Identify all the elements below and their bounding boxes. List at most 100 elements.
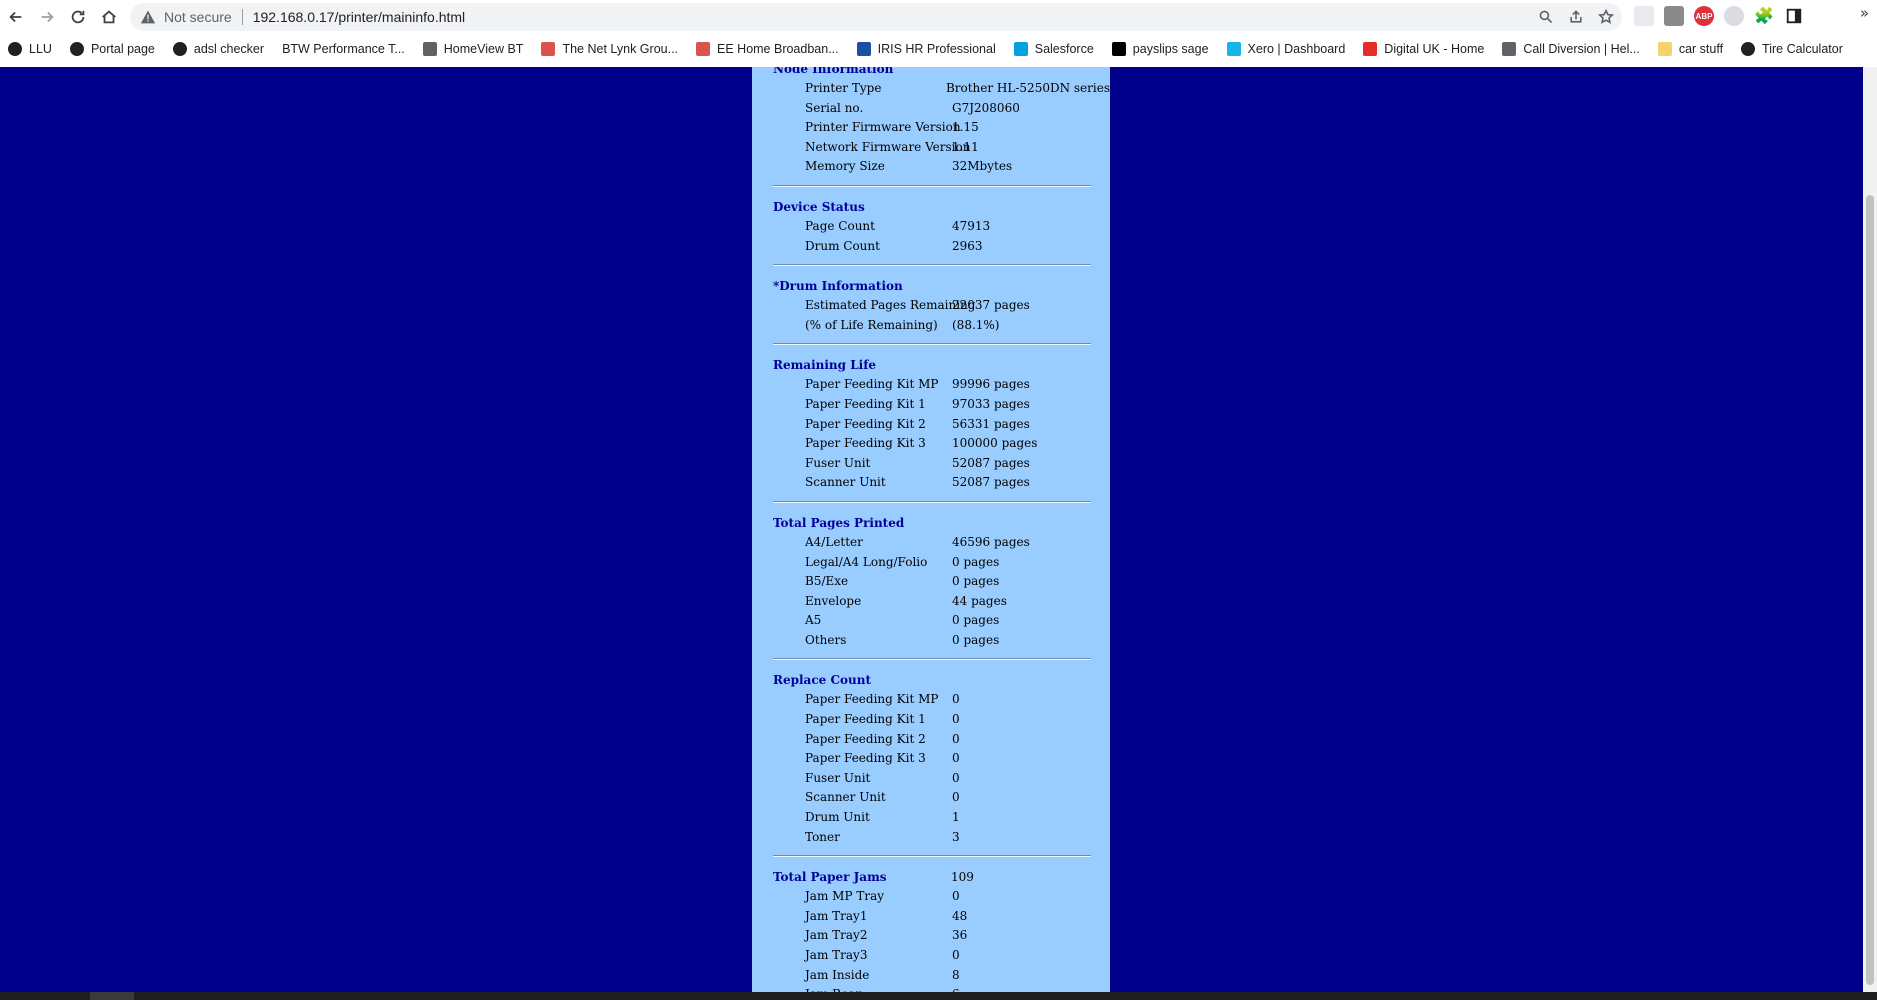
stack-icon (696, 42, 711, 56)
page-scrollbar[interactable] (1863, 67, 1877, 992)
total-jams-value: 109 (951, 870, 974, 885)
side-panel-icon[interactable] (1784, 6, 1804, 26)
bookmark-item[interactable]: BTW Performance T... (282, 37, 405, 61)
page-icon (1502, 42, 1517, 56)
adblock-icon[interactable]: ABP (1694, 6, 1714, 26)
back-button[interactable] (1, 2, 31, 32)
globe-icon (8, 42, 22, 56)
zoom-icon[interactable] (1536, 7, 1556, 27)
extension-doc-icon[interactable] (1634, 6, 1654, 26)
extensions-area: ABP 🧩 (1634, 6, 1804, 26)
section-title: Total Pages Printed (773, 515, 905, 530)
row-label: Jam Tray2 (805, 928, 868, 943)
row-value: 44 pages (952, 593, 1007, 608)
row-value: 52087 pages (952, 475, 1030, 490)
bookmark-item[interactable]: Portal page (69, 37, 155, 61)
row-value: 97033 pages (952, 396, 1030, 411)
globe-icon (1741, 42, 1756, 56)
row-value: (88.1%) (952, 317, 1000, 332)
row-label: Jam Tray3 (805, 948, 868, 962)
bookmark-star-icon[interactable] (1596, 7, 1616, 27)
info-row: Jam Rear6 (773, 985, 1110, 992)
taskbar (0, 992, 1877, 1000)
arrow-right-icon (41, 11, 54, 23)
bookmark-item[interactable]: payslips sage (1111, 37, 1209, 61)
bookmark-item[interactable]: Tire Calculator (1741, 37, 1843, 61)
bookmark-label: EE Home Broadban... (717, 42, 839, 56)
replace-count-section: Replace Count Paper Feeding Kit MP 0 Paper… (752, 670, 1110, 847)
divider (773, 184, 1091, 187)
bookmark-label: Call Diversion | Hel... (1523, 42, 1640, 56)
row-label: Printer Type (805, 81, 882, 95)
info-row: Jam Tray2 36 (773, 926, 1110, 946)
bookmark-item[interactable]: EE Home Broadban... (696, 37, 839, 61)
site-security-indicator[interactable]: Not secure (140, 9, 232, 25)
row-value: 100000 pages (952, 436, 1038, 451)
bookmark-label: adsl checker (193, 42, 265, 56)
bookmark-item[interactable]: car stuff (1657, 37, 1723, 61)
bookmark-item[interactable]: HomeView BT (422, 37, 523, 61)
reload-icon (71, 10, 85, 24)
info-row: Serial no. G7J208060 (773, 99, 1110, 119)
bookmark-item[interactable]: Salesforce (1013, 37, 1094, 61)
address-bar[interactable]: Not secure 192.168.0.17/printer/maininfo… (130, 3, 1622, 31)
info-row: Paper Feeding Kit 3 100000 pages (773, 434, 1110, 454)
share-icon[interactable] (1566, 7, 1586, 27)
extension-gray-icon[interactable] (1664, 6, 1684, 26)
taskbar-active-item[interactable] (90, 992, 134, 1000)
divider (773, 500, 1091, 503)
bookmark-item[interactable]: adsl checker (172, 37, 265, 61)
bookmark-item[interactable]: Call Diversion | Hel... (1502, 37, 1640, 61)
section-title: Total Paper Jams (773, 870, 887, 885)
info-row: Paper Feeding Kit 1 0 (773, 710, 1110, 730)
extensions-puzzle-icon[interactable]: 🧩 (1754, 6, 1774, 26)
replace-count-rows: Paper Feeding Kit MP 0 Paper Feeding Kit 1… (773, 690, 1110, 847)
row-value: 0 pages (952, 613, 1000, 628)
info-row: Paper Feeding Kit 2 56331 pages (773, 415, 1110, 435)
bookmark-item[interactable]: The Net Lynk Grou... (541, 37, 678, 61)
extension-circle-icon[interactable] (1724, 6, 1744, 26)
info-row: Fuser Unit 0 (773, 769, 1110, 789)
bookmark-item[interactable]: IRIS HR Professional (856, 37, 996, 61)
device-status-rows: Page Count 47913 Drum Count 2963 (773, 217, 1110, 256)
paper-jams-rows: Jam MP Tray 0 Jam Tray1 48 Jam Tray2 36 Jam Tr… (773, 887, 1110, 992)
divider (773, 264, 1091, 267)
row-value: 0 (952, 948, 960, 962)
row-value: 1.11 (952, 139, 979, 154)
row-label: Printer Firmware Version (805, 120, 961, 135)
info-row: Jam Tray1 48 (773, 907, 1110, 927)
flag-icon (1363, 42, 1378, 56)
info-row: Memory Size 32Mbytes (773, 157, 1110, 177)
home-button[interactable] (94, 2, 124, 32)
reload-button[interactable] (63, 2, 93, 32)
bookmarks-overflow-icon[interactable]: » (1860, 4, 1869, 22)
bookmark-label: Tire Calculator (1762, 42, 1843, 56)
bookmark-item[interactable]: LLU (8, 37, 52, 61)
divider (773, 855, 1091, 858)
row-value: Brother HL-5250DN series (945, 81, 1110, 95)
row-value: 1 (952, 810, 960, 825)
info-row: Paper Feeding Kit MP 99996 pages (773, 375, 1110, 395)
row-value: 0 (952, 770, 960, 785)
row-label: Drum Count (805, 238, 880, 253)
browser-chrome: Not secure 192.168.0.17/printer/maininfo… (0, 0, 1877, 67)
bookmark-item[interactable]: Xero | Dashboard (1226, 37, 1345, 61)
info-row: A5 0 pages (773, 611, 1110, 631)
row-value: 0 (952, 790, 960, 805)
info-row: Printer Firmware Version 1.15 (773, 118, 1110, 138)
row-label: Network Firmware Version (805, 139, 971, 154)
info-row: Legal/A4 Long/Folio 0 pages (773, 553, 1110, 573)
section-title: Node Information (773, 67, 894, 76)
url-text[interactable]: 192.168.0.17/printer/maininfo.html (253, 9, 465, 25)
bookmark-item[interactable]: Digital UK - Home (1363, 37, 1484, 61)
scrollbar-thumb[interactable] (1866, 195, 1874, 985)
info-row: Drum Unit 1 (773, 808, 1110, 828)
forward-button[interactable] (32, 2, 62, 32)
info-row: Paper Feeding Kit 2 0 (773, 730, 1110, 750)
row-label: Others (805, 632, 847, 647)
folder-icon (1657, 42, 1672, 56)
node-information-section: Node Information Printer Type Brother HL-… (752, 67, 1110, 177)
info-row: Fuser Unit 52087 pages (773, 454, 1110, 474)
row-label: Jam MP Tray (805, 889, 885, 904)
row-label: Paper Feeding Kit 1 (805, 712, 926, 727)
